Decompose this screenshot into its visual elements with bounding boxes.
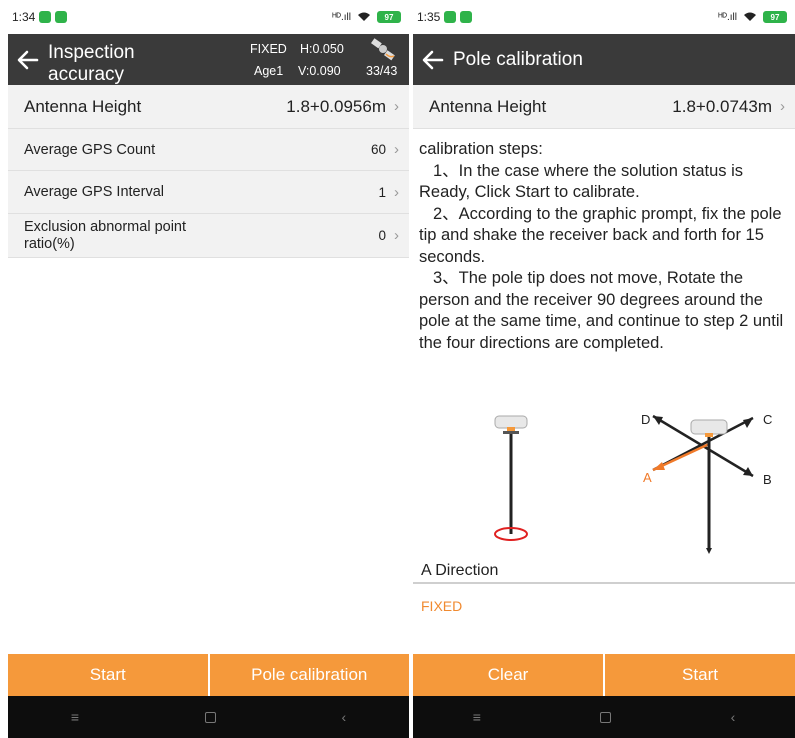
row-value: 1.8+0.0956m <box>286 96 386 116</box>
fix-status: FIXED <box>250 42 287 56</box>
age: Age1 <box>254 64 284 78</box>
direction-label-a: A <box>643 470 652 485</box>
row-label: Antenna Height <box>24 96 142 116</box>
direction-label-b: B <box>763 472 772 487</box>
title-bar: Pole calibration <box>413 34 795 85</box>
action-bar: Clear Start <box>413 654 795 696</box>
battery-icon: 97 <box>377 11 401 23</box>
row-value: 1.8+0.0743m <box>672 96 772 116</box>
antenna-height-row[interactable]: Antenna Height 1.8+0.0956m › <box>8 85 409 129</box>
wifi-icon <box>744 12 756 21</box>
back-arrow-icon[interactable] <box>413 34 453 85</box>
row-value: 1 <box>378 184 386 200</box>
notification-icon <box>39 11 52 23</box>
status-bar: 1:35 ᴴᴰ.ıll 97 <box>413 0 795 34</box>
home-icon[interactable] <box>600 711 612 723</box>
exclusion-ratio-row[interactable]: Exclusion abnormal point ratio(%) 0 › <box>8 214 409 258</box>
notification-icon <box>460 11 473 23</box>
battery-icon: 97 <box>763 11 787 23</box>
row-label: Average GPS Interval <box>24 184 164 200</box>
satellite-count: 33/43 <box>366 64 398 78</box>
clear-button[interactable]: Clear <box>413 654 603 696</box>
calibration-diagram: D C A B <box>494 412 772 554</box>
satellite-icon[interactable] <box>368 38 398 62</box>
step-2: 2、According to the graphic prompt, fix t… <box>419 204 782 266</box>
row-value: 0 <box>378 228 386 243</box>
notification-icon <box>55 11 68 23</box>
fix-status: FIXED <box>421 598 463 614</box>
page-title: Inspection accuracy <box>48 42 135 85</box>
chevron-right-icon: › <box>394 183 399 201</box>
back-arrow-icon[interactable] <box>8 34 48 85</box>
row-value: 60 <box>370 142 386 157</box>
divider <box>413 582 795 584</box>
navigation-bar: ≡ ‹ <box>413 696 795 738</box>
direction-label-c: C <box>763 412 772 427</box>
pole-calibration-button[interactable]: Pole calibration <box>209 654 409 696</box>
title-bar: Inspection accuracy FIXED H:0.050 Age1 V… <box>8 34 409 85</box>
signal-icon: ᴴᴰ.ıll <box>718 11 737 23</box>
action-bar: Start Pole calibration <box>8 654 409 696</box>
pole-receiver-icon <box>494 415 528 541</box>
antenna-height-row[interactable]: Antenna Height 1.8+0.0743m › <box>413 85 795 129</box>
direction-diagram <box>652 414 754 554</box>
status-time: 1:35 <box>417 10 441 24</box>
settings-list: Antenna Height 1.8+0.0956m › Average GPS … <box>8 85 409 258</box>
page-title: Pole calibration <box>453 48 583 70</box>
step-1: 1、In the case where the solution status … <box>419 161 744 202</box>
chevron-right-icon: › <box>394 141 399 158</box>
navigation-bar: ≡ ‹ <box>8 696 409 738</box>
nav-back-icon[interactable]: ‹ <box>341 709 346 725</box>
notification-icon <box>444 11 457 23</box>
row-label: Average GPS Count <box>24 141 156 158</box>
status-time: 1:34 <box>12 10 36 24</box>
status-bar: 1:34 ᴴᴰ.ıll 97 <box>8 0 409 34</box>
steps-heading: calibration steps: <box>419 140 543 158</box>
wifi-icon <box>358 12 370 21</box>
start-button[interactable]: Start <box>8 654 208 696</box>
row-label: Antenna Height <box>429 96 547 116</box>
right-screen: 1:35 ᴴᴰ.ıll 97 Pole calibration Antenna … <box>413 0 795 738</box>
row-label: Exclusion abnormal point ratio(%) <box>24 218 187 252</box>
calibration-steps: calibration steps: 1、In the case where t… <box>413 139 795 354</box>
left-screen: 1:34 ᴴᴰ.ıll 97 Inspection accuracy FIXED… <box>8 0 409 738</box>
chevron-right-icon: › <box>394 98 399 115</box>
home-icon[interactable] <box>204 711 216 723</box>
menu-icon[interactable]: ≡ <box>71 709 79 725</box>
v-precision: V:0.090 <box>298 64 341 78</box>
h-precision: H:0.050 <box>300 42 344 56</box>
direction-label-d: D <box>641 412 650 427</box>
nav-back-icon[interactable]: ‹ <box>731 709 736 725</box>
chevron-right-icon: › <box>780 98 785 115</box>
step-3: 3、The pole tip does not move, Rotate the… <box>419 269 784 352</box>
page-title-container: Inspection accuracy <box>48 34 188 85</box>
menu-icon[interactable]: ≡ <box>473 709 481 725</box>
chevron-right-icon: › <box>394 227 399 244</box>
signal-icon: ᴴᴰ.ıll <box>332 11 351 23</box>
start-button[interactable]: Start <box>605 654 795 696</box>
current-direction: A Direction <box>421 562 499 579</box>
solution-status: FIXED H:0.050 Age1 V:0.090 33/43 <box>240 38 405 82</box>
average-gps-count-row[interactable]: Average GPS Count 60 › <box>8 129 409 171</box>
average-gps-interval-row[interactable]: Average GPS Interval 1 › <box>8 171 409 214</box>
